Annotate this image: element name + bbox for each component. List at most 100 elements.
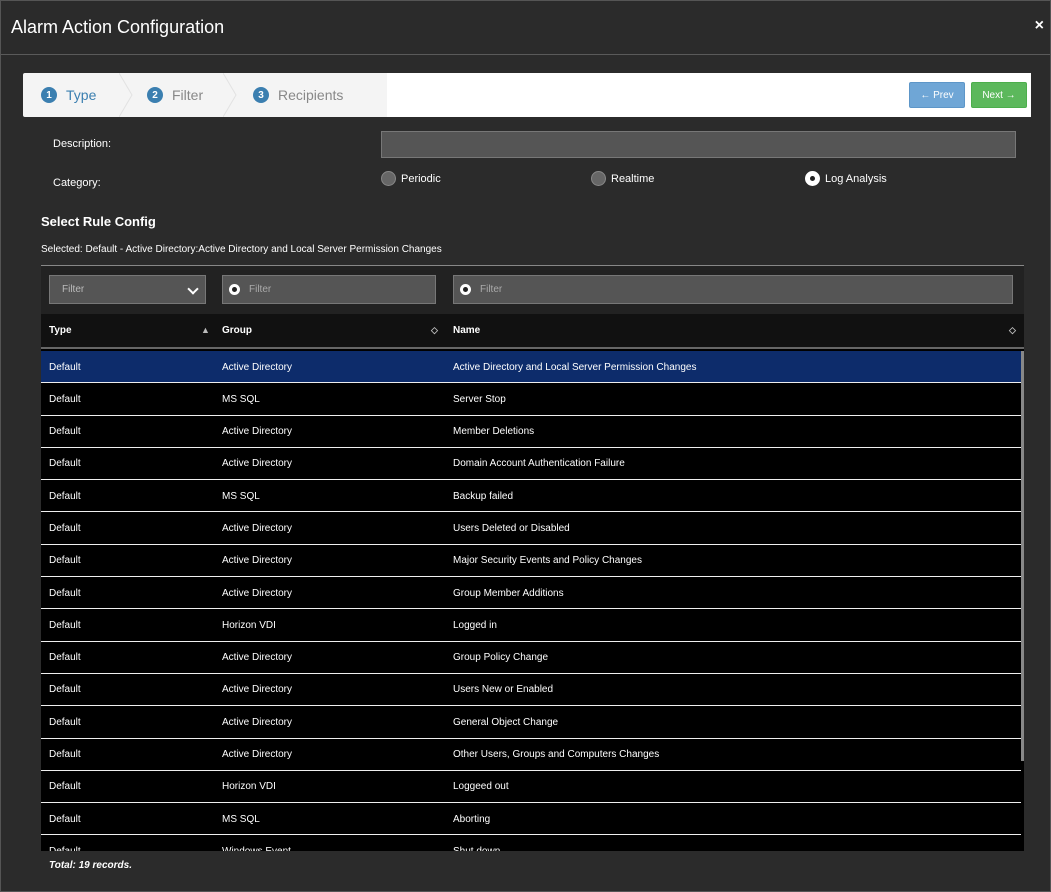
table-row[interactable]: Default Horizon VDI Logged in xyxy=(41,609,1021,642)
table-row[interactable]: Default Horizon VDI Loggeed out xyxy=(41,771,1021,804)
cell-group: Active Directory xyxy=(222,426,293,438)
cell-name: Backup failed xyxy=(453,490,514,502)
cell-type: Default xyxy=(49,749,81,761)
cell-name: Users Deleted or Disabled xyxy=(453,522,570,534)
cell-name: Loggeed out xyxy=(453,781,509,793)
cell-name: Domain Account Authentication Failure xyxy=(453,458,625,470)
category-radio-log-analysis[interactable]: Log Analysis xyxy=(805,171,887,186)
cell-name: Users New or Enabled xyxy=(453,684,554,696)
table-row[interactable]: Default Windows Event Shut down xyxy=(41,835,1021,851)
sort-icon[interactable]: ◇ xyxy=(431,325,438,336)
table-row[interactable]: Default MS SQL Aborting xyxy=(41,803,1021,836)
sort-icon[interactable]: ◇ xyxy=(1009,325,1016,336)
table-row[interactable]: Default MS SQL Server Stop xyxy=(41,383,1021,416)
column-header-type[interactable]: Type xyxy=(49,314,72,347)
radio-label: Periodic xyxy=(401,172,441,185)
cell-type: Default xyxy=(49,781,81,793)
column-header-name[interactable]: Name xyxy=(453,314,480,347)
filter-row: Filter Filter Filter xyxy=(41,266,1024,314)
step-separator-icon xyxy=(223,73,237,117)
cell-name: Major Security Events and Policy Changes xyxy=(453,555,642,567)
cell-group: Active Directory xyxy=(222,652,293,664)
table-row[interactable]: Default Active Directory Users Deleted or … xyxy=(41,512,1021,545)
cell-name: Group Member Additions xyxy=(453,587,564,599)
filter-select-value: Filter xyxy=(62,284,85,295)
radio-label: Log Analysis xyxy=(825,172,887,185)
cell-type: Default xyxy=(49,490,81,502)
cell-group: Active Directory xyxy=(222,458,293,470)
cell-type: Default xyxy=(49,458,81,470)
cell-group: Windows Event xyxy=(222,835,291,851)
table-scrollbar[interactable] xyxy=(1021,351,1024,761)
column-header-group[interactable]: Group xyxy=(222,314,252,347)
cell-group: Active Directory xyxy=(222,361,293,373)
cell-name: Active Directory and Local Server Permis… xyxy=(453,361,697,373)
step-label: Recipients xyxy=(278,87,344,103)
step-number-icon: 1 xyxy=(41,87,57,103)
cell-name: Group Policy Change xyxy=(453,652,549,664)
cell-name: Member Deletions xyxy=(453,426,535,438)
next-button[interactable]: Next → xyxy=(971,82,1027,108)
dialog-titlebar: Alarm Action Configuration × xyxy=(1,1,1050,55)
name-filter-input[interactable]: Filter xyxy=(453,275,1013,304)
radio-icon xyxy=(591,171,606,186)
group-filter-input[interactable]: Filter xyxy=(222,275,436,304)
cell-type: Default xyxy=(49,652,81,664)
table-row[interactable]: Default Active Directory Users New or Enab… xyxy=(41,674,1021,707)
table-row[interactable]: Default Active Directory Group Policy Chan… xyxy=(41,642,1021,674)
cell-type: Default xyxy=(49,813,81,825)
step-number-icon: 2 xyxy=(147,87,163,103)
chevron-down-icon xyxy=(187,283,199,295)
cell-type: Default xyxy=(49,587,81,599)
filter-placeholder: Filter xyxy=(249,284,272,295)
step-label: Filter xyxy=(172,87,204,103)
filter-placeholder: Filter xyxy=(480,284,503,295)
description-input[interactable] xyxy=(381,131,1016,158)
cell-group: Horizon VDI xyxy=(222,781,276,793)
cell-group: MS SQL xyxy=(222,393,260,405)
table-row[interactable]: Default Active Directory Major Security Ev… xyxy=(41,545,1021,578)
radio-label: Realtime xyxy=(611,172,655,185)
wizard-step-type[interactable]: 1 Type xyxy=(41,73,96,117)
table-row[interactable]: Default Active Directory Active Directory … xyxy=(41,351,1021,384)
section-title: Select Rule Config xyxy=(41,214,156,229)
table-row[interactable]: Default Active Directory Domain Account Au… xyxy=(41,448,1021,481)
category-radio-realtime[interactable]: Realtime xyxy=(591,171,654,186)
alarm-action-dialog: Alarm Action Configuration × 1 Type 2 Fi… xyxy=(0,0,1051,892)
prev-button[interactable]: ← Prev xyxy=(909,82,965,108)
radio-icon xyxy=(381,171,396,186)
filter-icon xyxy=(229,284,240,295)
table-row[interactable]: Default Active Directory General Object Ch… xyxy=(41,706,1021,739)
step-label: Type xyxy=(66,87,97,103)
cell-group: Active Directory xyxy=(222,684,293,696)
table-row[interactable]: Default Active Directory Group Member Addi… xyxy=(41,577,1021,610)
cell-type: Default xyxy=(49,522,81,534)
table-row[interactable]: Default Active Directory Other Users, Grou… xyxy=(41,739,1021,771)
cell-name: Aborting xyxy=(453,813,491,825)
cell-name: General Object Change xyxy=(453,716,559,728)
table-row[interactable]: Default Active Directory Member Deletions xyxy=(41,416,1021,448)
cell-name: Shut down xyxy=(453,835,500,851)
cell-type: Default xyxy=(49,619,81,631)
sort-asc-icon[interactable]: ▲ xyxy=(201,325,210,335)
cell-type: Default xyxy=(49,426,81,438)
cell-type: Default xyxy=(49,684,81,696)
cell-group: Active Directory xyxy=(222,555,293,567)
wizard-step-filter[interactable]: 2 Filter xyxy=(147,73,203,117)
close-icon[interactable]: × xyxy=(1035,17,1044,35)
step-number-icon: 3 xyxy=(253,87,269,103)
wizard-step-recipients[interactable]: 3 Recipients xyxy=(253,73,343,117)
cell-group: Active Directory xyxy=(222,749,293,761)
cell-group: Active Directory xyxy=(222,587,293,599)
type-filter-select[interactable]: Filter xyxy=(49,275,206,304)
table-body: Default Active Directory Active Directory … xyxy=(41,351,1021,851)
rule-config-table: Filter Filter Filter Type ▲ Group ◇ Name… xyxy=(41,265,1024,851)
table-row[interactable]: Default MS SQL Backup failed xyxy=(41,480,1021,513)
category-radio-periodic[interactable]: Periodic xyxy=(381,171,441,186)
step-separator-icon xyxy=(119,73,133,117)
cell-group: MS SQL xyxy=(222,490,260,502)
cell-group: Horizon VDI xyxy=(222,619,276,631)
cell-group: MS SQL xyxy=(222,813,260,825)
dialog-title: Alarm Action Configuration xyxy=(11,17,225,37)
filter-icon xyxy=(460,284,471,295)
